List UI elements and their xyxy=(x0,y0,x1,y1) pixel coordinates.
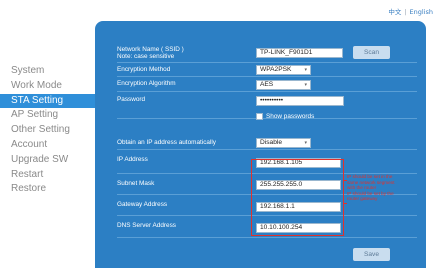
annotation-highlight-box xyxy=(251,159,344,236)
chevron-down-icon: ▾ xyxy=(304,67,307,73)
network-name-input[interactable]: TP-LINK_F901D1 xyxy=(256,48,343,58)
obtain-ip-value: Disable xyxy=(260,139,282,146)
subnet-mask-label: Subnet Mask xyxy=(117,180,155,187)
encryption-algorithm-value: AES xyxy=(260,81,274,88)
save-button[interactable]: Save xyxy=(353,248,390,261)
password-input[interactable]: •••••••••• xyxy=(256,96,344,106)
dns-label: DNS Server Address xyxy=(117,222,176,229)
obtain-ip-row: Obtain an IP address automatically Disab… xyxy=(117,134,417,150)
menu-item-work-mode[interactable]: Work Mode xyxy=(0,79,109,94)
password-row: Password •••••••••• Show passwords xyxy=(117,92,417,121)
encryption-algorithm-label: Encryption Algorithm xyxy=(117,80,176,87)
language-english-link[interactable]: English xyxy=(410,8,433,16)
gateway-label: Gateway Address xyxy=(117,201,168,208)
encryption-method-label: Encryption Method xyxy=(117,66,171,73)
menu-item-upgrade-sw[interactable]: Upgrade SW xyxy=(0,153,109,168)
annotation-line: router gateway xyxy=(347,196,378,202)
password-label: Password xyxy=(117,96,146,103)
annotation-connector xyxy=(344,203,347,204)
menu-item-sta-setting[interactable]: STA Setting xyxy=(0,93,109,109)
menu-item-account[interactable]: Account xyxy=(0,138,109,153)
annotation-note: IP should be set in the same network seg… xyxy=(347,174,439,202)
menu-item-restart[interactable]: Restart xyxy=(0,168,109,183)
show-passwords-label: Show passwords xyxy=(266,113,315,121)
menu-item-restore[interactable]: Restore xyxy=(0,182,109,197)
show-passwords-toggle[interactable]: Show passwords xyxy=(256,108,314,126)
language-chinese-link[interactable]: 中文 xyxy=(388,8,401,16)
ip-address-label: IP Address xyxy=(117,156,148,163)
chevron-down-icon: ▾ xyxy=(304,82,307,88)
encryption-algorithm-row: Encryption Algorithm AES ▾ xyxy=(117,77,417,92)
encryption-algorithm-select[interactable]: AES ▾ xyxy=(256,80,311,90)
encryption-method-value: WPA2PSK xyxy=(260,66,292,73)
chevron-down-icon: ▾ xyxy=(304,140,307,146)
menu-item-other-setting[interactable]: Other Setting xyxy=(0,123,109,138)
menu-item-system[interactable]: System xyxy=(0,64,109,79)
sidebar-menu: System Work Mode STA Setting AP Setting … xyxy=(0,64,109,197)
language-separator: | xyxy=(404,8,407,16)
obtain-ip-label: Obtain an IP address automatically xyxy=(117,139,216,146)
obtain-ip-select[interactable]: Disable ▾ xyxy=(256,138,311,148)
scan-button[interactable]: Scan xyxy=(353,46,390,59)
show-passwords-checkbox[interactable] xyxy=(256,113,263,121)
encryption-method-select[interactable]: WPA2PSK ▾ xyxy=(256,65,311,75)
encryption-method-row: Encryption Method WPA2PSK ▾ xyxy=(117,63,417,77)
menu-item-ap-setting[interactable]: AP Setting xyxy=(0,108,109,123)
ssid-row: Network Name ( SSID ) Note: case sensiti… xyxy=(117,43,417,63)
network-name-note: Note: case sensitive xyxy=(117,53,175,60)
language-switch: 中文 | English xyxy=(388,6,433,16)
